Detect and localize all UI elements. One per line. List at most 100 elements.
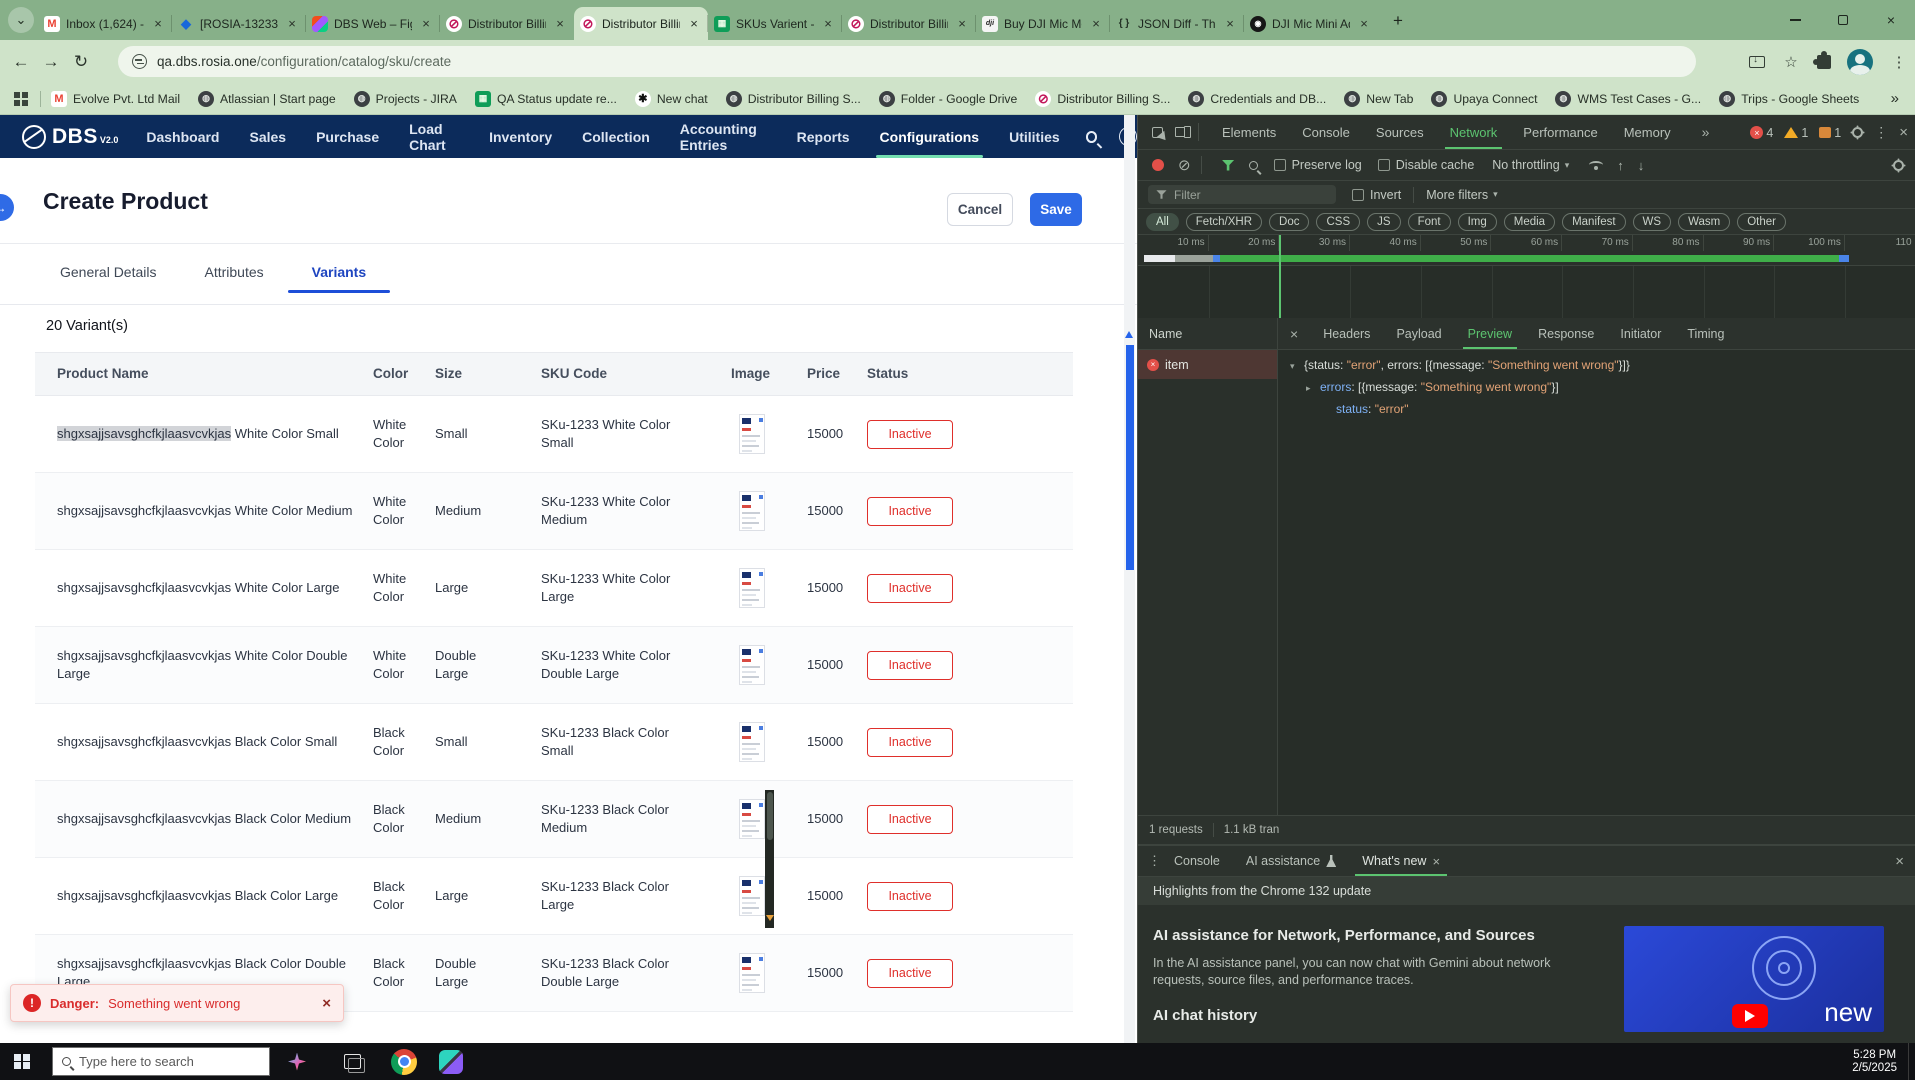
more-tabs-icon[interactable]: » (1696, 124, 1716, 140)
import-har-icon[interactable]: ↑ (1617, 158, 1624, 173)
bookmark-item[interactable]: MEvolve Pvt. Ltd Mail (51, 91, 180, 107)
filter-chip-font[interactable]: Font (1408, 213, 1451, 231)
profile-avatar[interactable] (1847, 49, 1873, 75)
bookmarks-overflow-icon[interactable]: » (1891, 90, 1899, 107)
timeline-overview[interactable] (1138, 251, 1915, 266)
browser-tab[interactable]: djiBuy DJI Mic Mobi× (976, 7, 1110, 40)
nav-item-sales[interactable]: Sales (249, 115, 286, 158)
detail-tab-timing[interactable]: Timing (1674, 318, 1737, 349)
browser-tab[interactable]: { }JSON Diff - The se× (1110, 7, 1244, 40)
browser-tab[interactable]: ◆[ROSIA-13233] UI× (172, 7, 306, 40)
bookmark-item[interactable]: ◍New Tab (1344, 91, 1413, 107)
product-image-thumbnail[interactable] (739, 645, 765, 685)
taskbar-search-box[interactable]: Type here to search (52, 1047, 270, 1076)
detail-tab-response[interactable]: Response (1525, 318, 1607, 349)
toast-close-icon[interactable]: × (322, 995, 331, 1012)
tab-close-icon[interactable]: × (686, 16, 702, 32)
tab-variants[interactable]: Variants (288, 252, 390, 293)
detail-tab-preview[interactable]: Preview (1455, 318, 1525, 349)
status-badge[interactable]: Inactive (867, 651, 953, 680)
app-logo[interactable]: DBS V2.0 (22, 125, 118, 149)
product-image-thumbnail[interactable] (739, 568, 765, 608)
devtools-tab-performance[interactable]: Performance (1510, 115, 1610, 149)
nav-item-accounting-entries[interactable]: Accounting Entries (680, 115, 767, 158)
back-button[interactable]: ← (6, 47, 36, 77)
drawer-tab-ai-assistance[interactable]: AI assistance (1233, 846, 1349, 876)
error-count-badge[interactable]: ×4 (1750, 126, 1773, 140)
bookmark-item[interactable]: ◍Trips - Google Sheets (1719, 91, 1859, 107)
filter-chip-other[interactable]: Other (1737, 213, 1786, 231)
task-view-icon[interactable] (344, 1054, 361, 1069)
request-row[interactable]: ×item (1138, 350, 1277, 379)
tab-attributes[interactable]: Attributes (181, 252, 288, 293)
address-bar[interactable]: qa.dbs.rosia.one/configuration/catalog/s… (118, 46, 1696, 77)
detail-tab-headers[interactable]: Headers (1310, 318, 1383, 349)
devtools-tab-memory[interactable]: Memory (1611, 115, 1684, 149)
product-image-thumbnail[interactable] (739, 722, 765, 762)
record-icon[interactable] (1152, 159, 1164, 171)
status-badge[interactable]: Inactive (867, 728, 953, 757)
tab-close-icon[interactable]: × (552, 16, 568, 32)
browser-tab[interactable]: ◉DJI Mic Mini Adap× (1244, 7, 1378, 40)
network-settings-icon[interactable] (1893, 160, 1904, 171)
browser-tab[interactable]: ▦SKUs Varient - Go× (708, 7, 842, 40)
nav-item-inventory[interactable]: Inventory (489, 115, 552, 158)
show-desktop-strip[interactable] (1908, 1043, 1915, 1080)
tab-close-icon[interactable]: × (150, 16, 166, 32)
devtools-close-icon[interactable]: × (1899, 124, 1908, 141)
network-search-icon[interactable] (1249, 161, 1258, 170)
more-filters-button[interactable]: More filters▾ (1426, 188, 1497, 202)
json-line[interactable]: ▸errors: [{message: "Something went wron… (1290, 377, 1630, 399)
devtools-tab-network[interactable]: Network (1437, 115, 1511, 149)
page-scrollbar[interactable] (1124, 115, 1135, 1043)
bookmark-item[interactable]: ◍Credentials and DB... (1188, 91, 1326, 107)
whats-new-heading[interactable]: AI assistance for Network, Performance, … (1153, 927, 1535, 944)
filter-chip-ws[interactable]: WS (1633, 213, 1672, 231)
bookmark-item[interactable]: ◍Projects - JIRA (354, 91, 457, 107)
detail-tab-payload[interactable]: Payload (1383, 318, 1454, 349)
close-detail-icon[interactable]: × (1278, 326, 1310, 342)
browser-tab[interactable]: MInbox (1,624) - shr× (38, 7, 172, 40)
product-image-thumbnail[interactable] (739, 491, 765, 531)
browser-menu-icon[interactable]: ⋮ (1889, 53, 1909, 71)
network-conditions-icon[interactable] (1589, 161, 1603, 169)
table-row[interactable]: shgxsajjsavsghcfkjlaasvcvkjas Black Colo… (35, 704, 1073, 781)
nav-item-load-chart[interactable]: Load Chart (409, 115, 459, 158)
network-filter-input[interactable]: Filter (1148, 185, 1336, 204)
save-button[interactable]: Save (1030, 193, 1082, 226)
browser-tab[interactable]: ⊘Distributor Billing× (440, 7, 574, 40)
nav-item-utilities[interactable]: Utilities (1009, 115, 1060, 158)
filter-chip-css[interactable]: CSS (1316, 213, 1360, 231)
filter-funnel-icon[interactable] (1222, 160, 1235, 171)
table-row[interactable]: shgxsajjsavsghcfkjlaasvcvkjas White Colo… (35, 473, 1073, 550)
devtools-menu-icon[interactable]: ⋮ (1874, 124, 1888, 141)
clear-icon[interactable]: ⊘ (1178, 156, 1191, 174)
collapse-panel-icon[interactable]: → (0, 194, 14, 221)
page-scrollbar-thumb[interactable] (1126, 345, 1134, 570)
product-image-thumbnail[interactable] (739, 876, 765, 916)
devtools-tab-console[interactable]: Console (1289, 115, 1363, 149)
tab-search-icon[interactable]: ⌄ (8, 7, 34, 33)
whats-new-scrollbar-thumb[interactable] (767, 792, 773, 840)
filter-chip-media[interactable]: Media (1504, 213, 1555, 231)
table-row[interactable]: shgxsajjsavsghcfkjlaasvcvkjas White Colo… (35, 627, 1073, 704)
bookmark-item[interactable]: ◍Folder - Google Drive (879, 91, 1018, 107)
table-row[interactable]: shgxsajjsavsghcfkjlaasvcvkjas White Colo… (35, 396, 1073, 473)
devtools-tab-sources[interactable]: Sources (1363, 115, 1437, 149)
drawer-menu-icon[interactable]: ⋮ (1148, 853, 1161, 869)
disable-cache-checkbox[interactable]: Disable cache (1378, 158, 1475, 172)
status-badge[interactable]: Inactive (867, 882, 953, 911)
tab-close-icon[interactable]: × (820, 16, 836, 32)
bookmark-item[interactable]: ▦QA Status update re... (475, 91, 617, 107)
table-row[interactable]: shgxsajjsavsghcfkjlaasvcvkjas Black Colo… (35, 858, 1073, 935)
status-badge[interactable]: Inactive (867, 805, 953, 834)
filter-chip-fetch-xhr[interactable]: Fetch/XHR (1186, 213, 1262, 231)
bookmark-item[interactable]: ⊘Distributor Billing S... (1035, 91, 1170, 107)
tab-close-icon[interactable]: × (1088, 16, 1104, 32)
bookmark-item[interactable]: ✱New chat (635, 91, 708, 107)
browser-tab[interactable]: DBS Web – Figma× (306, 7, 440, 40)
filter-chip-all[interactable]: All (1146, 213, 1179, 231)
nav-item-configurations[interactable]: Configurations (880, 115, 980, 158)
bookmark-item[interactable]: ◍Distributor Billing S... (726, 91, 861, 107)
status-badge[interactable]: Inactive (867, 959, 953, 988)
